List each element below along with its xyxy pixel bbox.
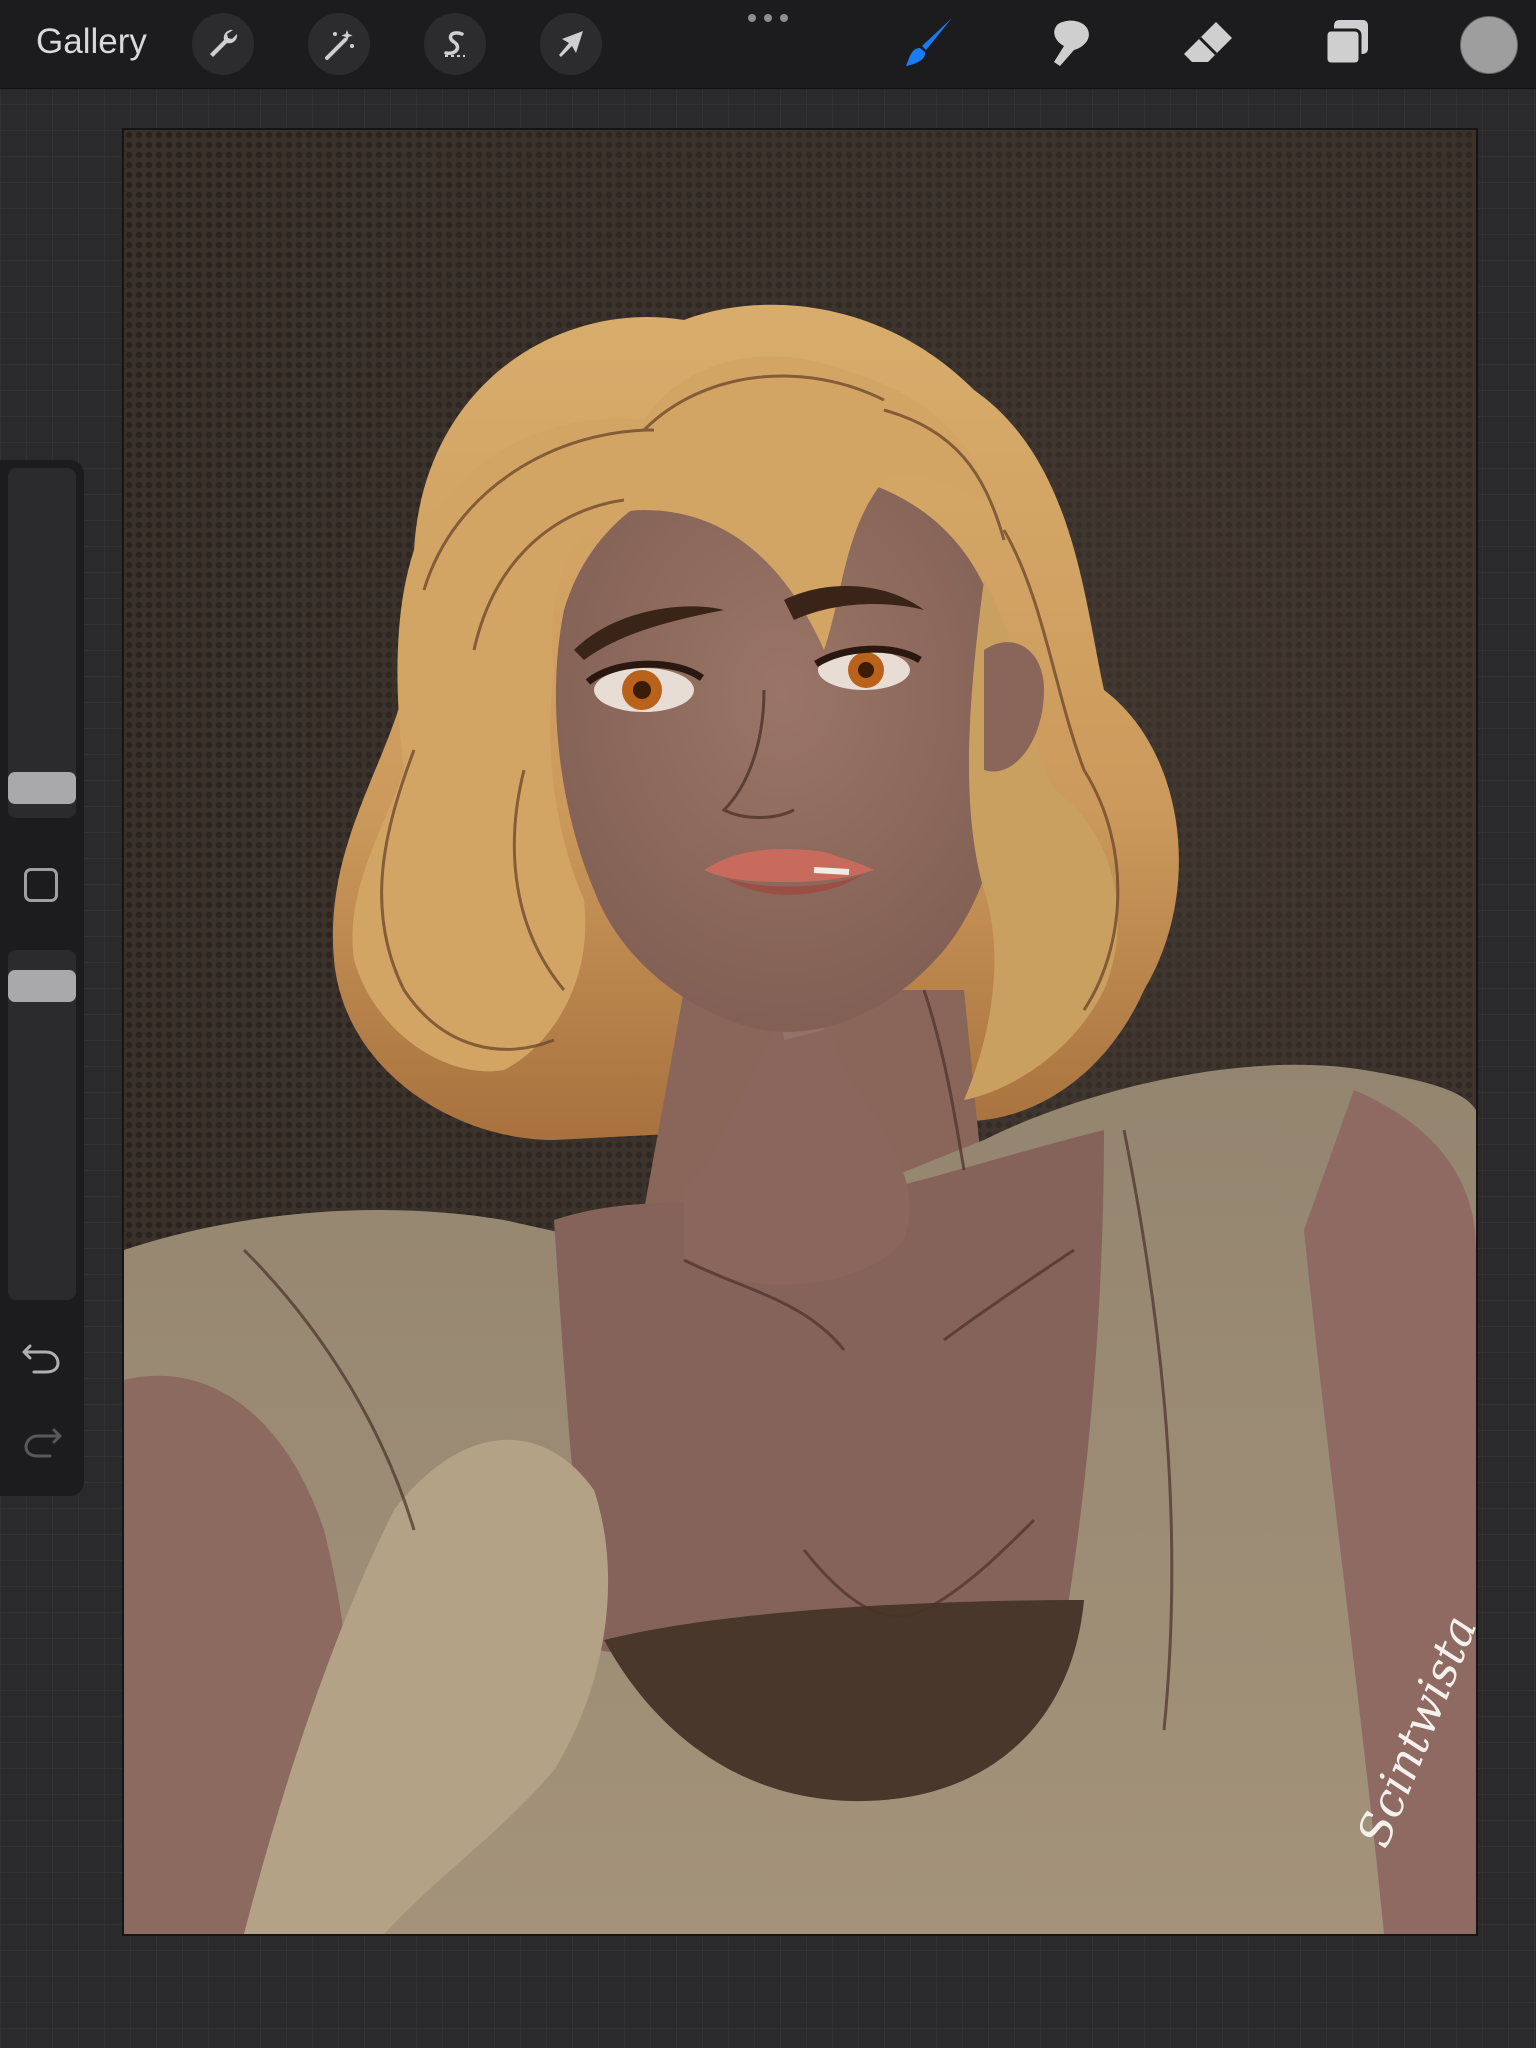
gallery-button[interactable]: Gallery — [36, 22, 147, 62]
color-swatch[interactable] — [1460, 16, 1518, 74]
redo-icon[interactable] — [20, 1422, 64, 1462]
brush-size-thumb[interactable] — [8, 772, 76, 804]
layers-tool-button[interactable] — [1318, 14, 1378, 74]
eraser-icon — [1184, 22, 1232, 62]
modify-square-icon[interactable] — [24, 868, 58, 902]
magic-wand-icon — [325, 30, 354, 60]
opacity-slider[interactable] — [8, 950, 76, 1300]
arrow-cursor-icon — [559, 31, 583, 57]
smudge-finger-icon — [1054, 20, 1089, 66]
transform-button[interactable] — [540, 13, 602, 75]
adjustments-button[interactable] — [308, 13, 370, 75]
top-toolbar: Gallery — [0, 0, 1536, 89]
selection-s-icon — [444, 31, 465, 57]
layers-icon — [1324, 20, 1368, 66]
brush-tool-button[interactable] — [898, 14, 958, 74]
smudge-tool-button[interactable] — [1038, 14, 1098, 74]
opacity-thumb[interactable] — [8, 970, 76, 1002]
sidebar — [0, 460, 84, 1496]
artwork-illustration: Scintwista — [124, 130, 1476, 1934]
actions-button[interactable] — [192, 13, 254, 75]
selection-button[interactable] — [424, 13, 486, 75]
brush-icon — [906, 18, 952, 66]
more-dots-icon[interactable] — [744, 10, 792, 26]
wrench-icon — [210, 29, 238, 57]
drawing-canvas[interactable]: Scintwista — [124, 130, 1476, 1934]
undo-icon[interactable] — [20, 1338, 64, 1378]
eraser-tool-button[interactable] — [1178, 14, 1238, 74]
brush-size-slider[interactable] — [8, 468, 76, 818]
